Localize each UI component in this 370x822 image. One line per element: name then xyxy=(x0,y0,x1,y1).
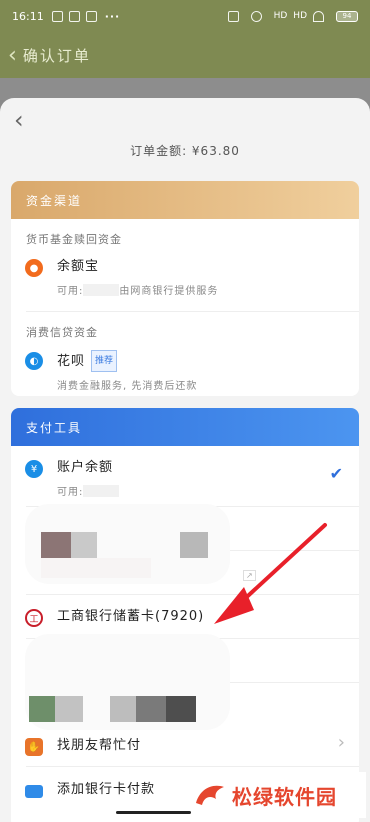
yuebao-option[interactable]: ● 余额宝 可用: 由网商银行提供服务 xyxy=(11,253,359,305)
status-time: 16:11 xyxy=(12,9,44,23)
signal-1: HD xyxy=(273,11,288,21)
battery-icon: 94 xyxy=(336,10,358,22)
credit-group-label: 消费信贷资金 xyxy=(26,326,98,339)
mosaic-block xyxy=(41,558,151,578)
alarm-icon xyxy=(250,10,262,22)
recommend-badge: 推荐 xyxy=(91,350,118,372)
blurred-options xyxy=(25,634,230,730)
notification-icon xyxy=(51,10,63,22)
watermark: 松绿软件园 xyxy=(186,772,366,818)
friend-title: 找朋友帮忙付 xyxy=(57,738,142,753)
balance-option[interactable]: ¥ 账户余额 可用: ✔ xyxy=(11,454,359,506)
icbc-icon: 工 xyxy=(25,609,43,627)
more-notifications: ··· xyxy=(104,9,121,23)
hidden-badge: ↗ xyxy=(243,570,256,581)
yuebao-title: 余额宝 xyxy=(57,259,100,274)
status-bar: 16:11 ··· HD HD 94 xyxy=(0,0,370,32)
pay-tools-card: 支付工具 ¥ 账户余额 可用: ✔ ↗ 工 工商银行储蓄卡(7920) ✋ 找朋… xyxy=(11,408,359,822)
yuebao-icon: ● xyxy=(25,259,43,277)
watermark-logo-icon xyxy=(196,785,224,805)
app-icon xyxy=(68,10,80,22)
friend-pay-option[interactable]: ✋ 找朋友帮忙付 › xyxy=(11,732,359,764)
mosaic-block xyxy=(166,696,196,722)
balance-sub: 可用: xyxy=(57,483,344,498)
home-indicator[interactable] xyxy=(116,811,191,814)
divider xyxy=(26,766,359,767)
hand-icon: ✋ xyxy=(25,738,43,756)
mosaic-block xyxy=(136,696,166,722)
underlying-header: ‹ 确认订单 xyxy=(0,32,370,78)
chevron-left-icon[interactable]: ‹ xyxy=(8,43,19,68)
mosaic-block xyxy=(110,696,136,722)
pay-header: 支付工具 xyxy=(11,408,359,446)
huabei-sub: 消费金融服务, 先消费后还款 xyxy=(57,381,198,392)
underlying-title: 确认订单 xyxy=(22,46,91,65)
bank-title: 工商银行储蓄卡(7920) xyxy=(57,609,205,624)
watermark-text: 松绿软件园 xyxy=(232,784,337,809)
huabei-option[interactable]: ◐ 花呗 推荐 消费金融服务, 先消费后还款 xyxy=(11,346,359,396)
funds-header: 资金渠道 xyxy=(11,181,359,219)
blurred-options xyxy=(25,504,230,584)
signal-2: HD xyxy=(293,11,307,21)
huabei-title: 花呗 推荐 xyxy=(57,350,344,372)
mosaic-block xyxy=(55,696,83,722)
fund-group-label: 货币基金赎回资金 xyxy=(26,233,122,246)
mosaic-block xyxy=(41,532,71,558)
icbc-option[interactable]: 工 工商银行储蓄卡(7920) xyxy=(11,603,359,633)
mosaic-block xyxy=(180,532,208,558)
mute-icon xyxy=(227,10,239,22)
card-icon xyxy=(25,785,43,798)
yuan-icon: ¥ xyxy=(25,460,43,478)
status-right: HD HD 94 xyxy=(227,10,358,22)
chevron-right-icon: › xyxy=(337,732,345,753)
underlying-strip xyxy=(0,78,370,100)
order-amount: 订单金额: ¥63.80 xyxy=(130,144,240,158)
yuebao-sub: 可用: 由网商银行提供服务 xyxy=(57,284,219,297)
divider xyxy=(26,594,359,595)
mosaic-block xyxy=(29,696,55,722)
back-chevron-icon[interactable]: ‹ xyxy=(14,106,24,134)
huabei-icon: ◐ xyxy=(25,352,43,370)
app2-icon xyxy=(85,10,97,22)
balance-title: 账户余额 xyxy=(57,460,114,475)
mosaic-block xyxy=(71,532,97,558)
funds-card: 资金渠道 货币基金赎回资金 ● 余额宝 可用: 由网商银行提供服务 消费信贷资金 … xyxy=(11,181,359,396)
check-icon: ✔ xyxy=(329,464,343,483)
payment-sheet: ‹ 订单金额: ¥63.80 资金渠道 货币基金赎回资金 ● 余额宝 可用: 由网… xyxy=(0,98,370,822)
wifi-icon xyxy=(313,10,324,22)
